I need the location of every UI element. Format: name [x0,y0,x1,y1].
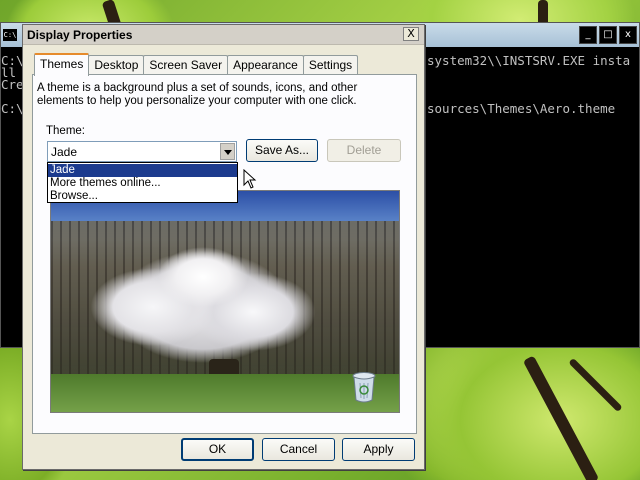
theme-dropdown-list: Jade More themes online... Browse... [47,162,238,203]
apply-button[interactable]: Apply [342,438,415,461]
chevron-down-icon[interactable] [220,143,235,160]
console-line: system32\\INSTSRV.EXE insta [427,53,631,68]
recycle-bin-icon [352,372,376,403]
dropdown-option-browse[interactable]: Browse... [48,190,237,203]
tab-appearance[interactable]: Appearance [227,55,304,75]
branch [568,357,623,413]
close-button[interactable]: X [403,27,419,41]
delete-button[interactable]: Delete [327,139,401,162]
save-as-button[interactable]: Save As... [246,139,318,162]
theme-preview [50,190,400,413]
close-button[interactable]: x [619,26,637,44]
preview-grass [51,374,399,412]
maximize-button[interactable]: □ [599,26,617,44]
tab-desktop[interactable]: Desktop [88,55,145,75]
console-line: Cre [1,77,24,92]
tab-strip: Themes Desktop Screen Saver Appearance S… [34,53,359,76]
dropdown-option-more-themes-online[interactable]: More themes online... [48,177,237,190]
ok-button[interactable]: OK [181,438,254,461]
console-icon: C:\ [3,29,17,41]
minimize-button[interactable]: _ [579,26,597,44]
cancel-button[interactable]: Cancel [262,438,335,461]
mouse-pointer-icon [243,169,257,189]
display-properties-dialog[interactable]: Display Properties X Themes Desktop Scre… [22,24,425,470]
theme-select-value: Jade [51,145,78,159]
theme-label: Theme: [46,125,85,137]
console-line: sources\Themes\Aero.theme [427,101,616,116]
dropdown-option-jade[interactable]: Jade [48,164,237,177]
dialog-titlebar[interactable]: Display Properties X [23,25,424,45]
theme-description: A theme is a background plus a set of so… [37,82,358,107]
console-line: C:\ [1,101,24,116]
tab-settings[interactable]: Settings [302,55,359,75]
preview-blossom-tree [83,227,323,377]
dialog-title: Display Properties [27,28,133,42]
theme-select[interactable]: Jade [47,141,237,162]
tab-screen-saver[interactable]: Screen Saver [143,55,229,75]
console-window-controls: _ □ x [579,26,637,44]
tab-themes[interactable]: Themes [34,53,90,76]
